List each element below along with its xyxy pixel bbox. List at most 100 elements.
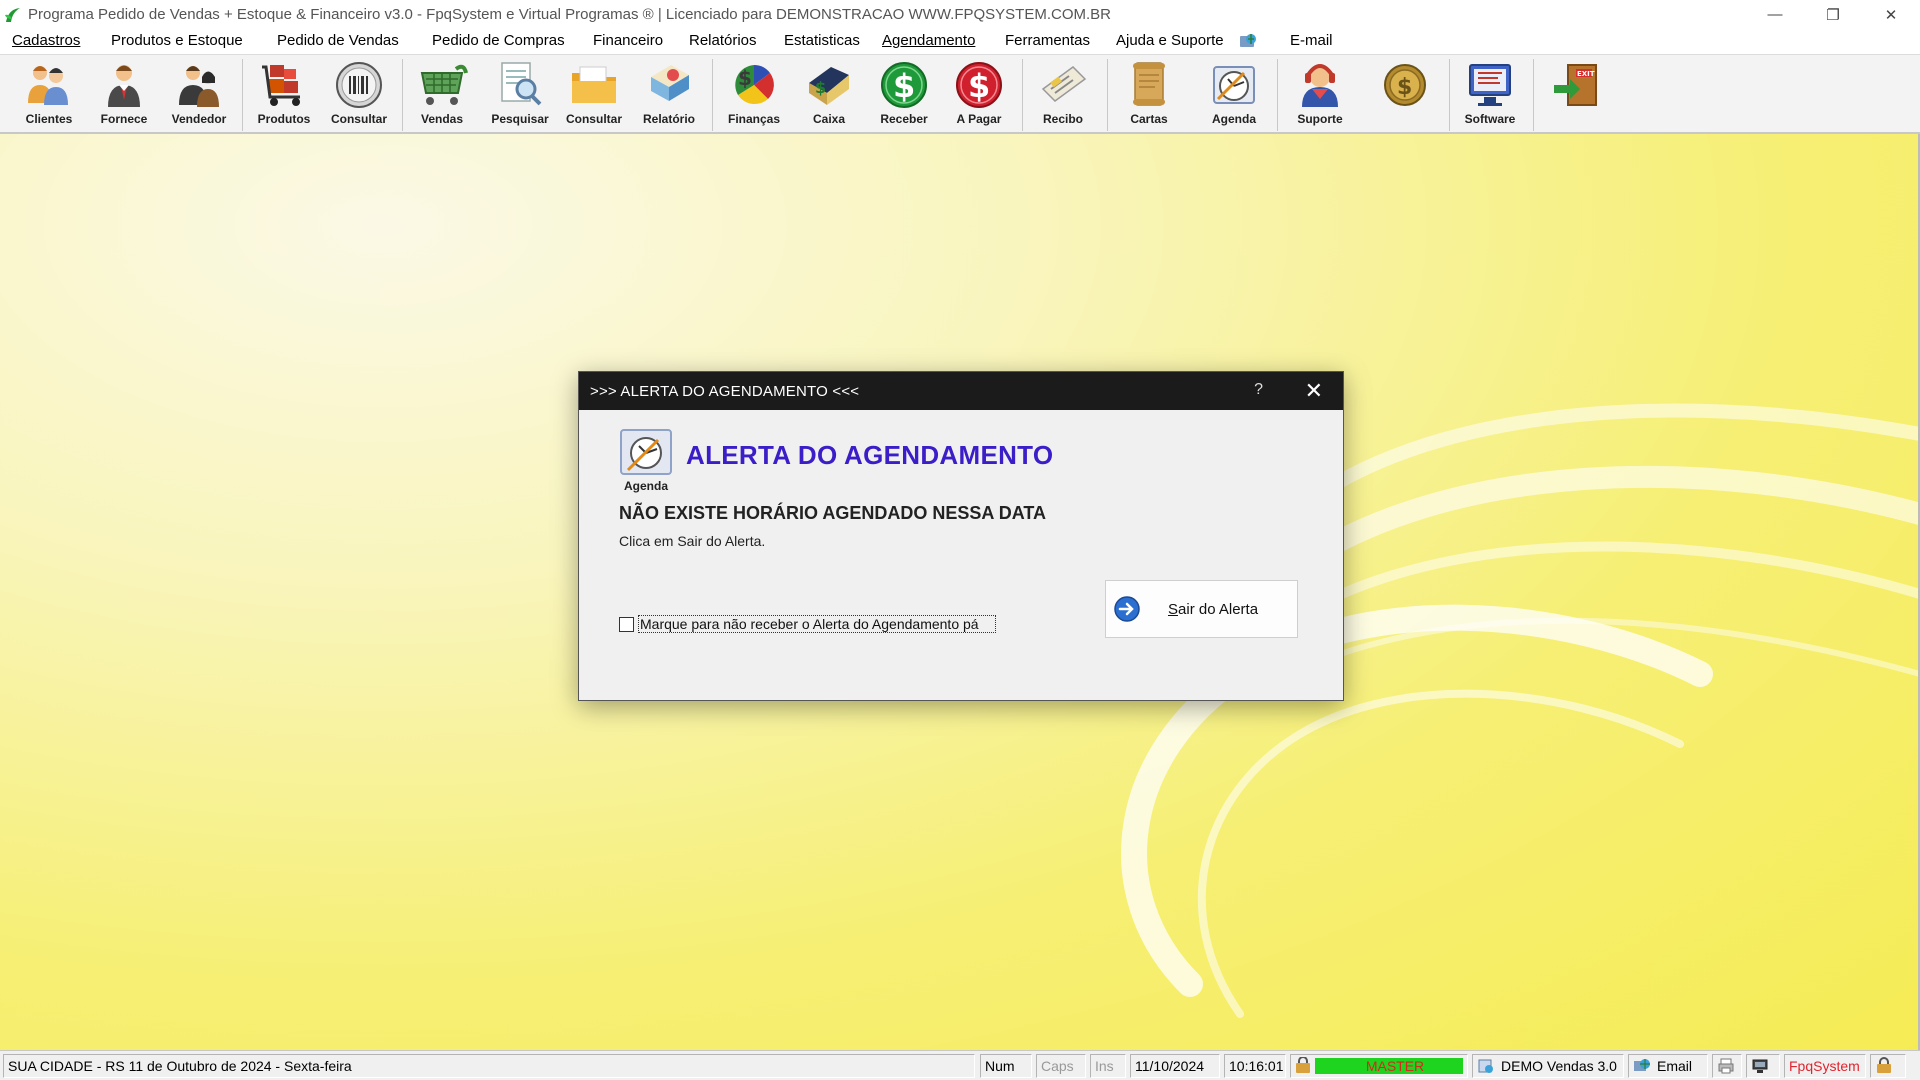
svg-text:$: $ [815,78,826,97]
toolbar-pesquisar-button[interactable]: Pesquisar [484,59,556,131]
dialog-sub-message: Clica em Sair do Alerta. [619,533,766,549]
toolbar-cartas-button[interactable]: Cartas [1113,59,1185,131]
dialog-close-button[interactable]: ✕ [1305,378,1323,404]
agenda-icon [620,429,672,475]
toolbar-software-label: Software [1464,112,1516,126]
checkbox-label[interactable]: Marque para não receber o Alerta do Agen… [638,615,996,633]
status-email-label: Email [1657,1058,1693,1074]
software-icon [1469,64,1511,106]
toolbar-separator [1277,59,1278,131]
menu-ajuda-suporte[interactable]: Ajuda e Suporte [1116,32,1224,49]
toolbar-suporte-button[interactable]: Suporte [1284,59,1356,131]
version-icon [1478,1059,1493,1073]
sair-do-alerta-label: Sair do Alerta [1168,600,1259,618]
status-email[interactable]: Email [1628,1054,1708,1078]
status-location-date: SUA CIDADE - RS 11 de Outubro de 2024 - … [3,1054,975,1078]
window-titlebar: Programa Pedido de Vendas + Estoque & Fi… [0,0,1920,29]
menu-pedido-compras[interactable]: Pedido de Compras [432,32,565,49]
toolbar-coin-button[interactable]: $ [1369,59,1441,131]
user-lock-icon [1296,1057,1310,1073]
status-date: 11/10/2024 [1130,1054,1220,1078]
toolbar-produtos-button[interactable]: Produtos [248,59,320,131]
toolbar-financas-label: Finanças [727,112,781,126]
menu-produtos-estoque[interactable]: Produtos e Estoque [111,32,243,49]
status-version: DEMO Vendas 3.0 [1472,1054,1624,1078]
toolbar-exit-button[interactable]: EXIT [1540,59,1612,131]
toolbar-fornece-button[interactable]: Fornece [88,59,160,131]
menu-ferramentas[interactable]: Ferramentas [1005,32,1090,49]
menu-agendamento[interactable]: Agendamento [882,32,975,49]
arrow-right-circle-icon [1114,596,1140,622]
barcode-icon [336,62,382,108]
supplier-icon [108,65,140,107]
dialog-agenda-icon-block: Agenda [618,428,674,493]
status-brand: FpqSystem [1784,1054,1866,1078]
restore-button[interactable]: ❐ [1804,0,1862,29]
toolbar-consultar-folder-button[interactable]: Consultar [558,59,630,131]
status-bar: SUA CIDADE - RS 11 de Outubro de 2024 - … [0,1050,1920,1080]
toolbar-clientes-button[interactable]: Clientes [13,59,85,131]
toolbar-produtos-label: Produtos [257,112,311,126]
menu-estatisticas[interactable]: Estatisticas [784,32,860,49]
folder-icon [572,66,616,103]
toolbar-financas-button[interactable]: $ Finanças [718,59,790,131]
toolbar-software-button[interactable]: Software [1454,59,1526,131]
svg-text:$: $ [1397,75,1412,100]
toolbar-vendedor-button[interactable]: Vendedor [163,59,235,131]
toolbar-separator [712,59,713,131]
toolbar-recibo-button[interactable]: Recibo [1027,59,1099,131]
menu-email[interactable]: E-mail [1290,32,1333,49]
cash-register-icon: $ [809,67,849,105]
menu-financeiro[interactable]: Financeiro [593,32,663,49]
toolbar-vendas-button[interactable]: Vendas [406,59,478,131]
cart-icon [420,64,468,105]
svg-text:$: $ [738,66,752,90]
sair-do-alerta-button[interactable]: Sair do Alerta [1105,580,1298,638]
dialog-titlebar: >>> ALERTA DO AGENDAMENTO <<< ? ✕ [579,372,1343,410]
report-icon [651,65,689,101]
status-user-label: MASTER [1365,1058,1425,1074]
menu-cadastros[interactable]: Cadastros [12,32,80,49]
products-icon [262,65,300,106]
toolbar-agenda-label: Agenda [1211,112,1256,126]
close-window-button[interactable]: ✕ [1862,0,1920,29]
dialog-help-button[interactable]: ? [1254,381,1263,399]
toolbar-relatorio-button[interactable]: Relatório [633,59,705,131]
toolbar-caixa-button[interactable]: $ Caixa [793,59,865,131]
exit-icon: EXIT [1554,64,1597,106]
letters-icon [1133,62,1165,106]
toolbar-relatorio-label: Relatório [642,112,695,126]
toolbar-caixa-label: Caixa [812,112,846,126]
support-icon [1302,64,1338,107]
status-ins: Ins [1090,1054,1126,1078]
status-monitor[interactable] [1746,1054,1780,1078]
status-printer[interactable] [1712,1054,1742,1078]
help-globe-icon[interactable] [1238,31,1258,51]
checkbox-box[interactable] [619,616,634,632]
dialog-title: >>> ALERTA DO AGENDAMENTO <<< [590,382,860,400]
toolbar-a-pagar-button[interactable]: $ A Pagar [943,59,1015,131]
app-logo-icon [5,7,20,22]
search-document-icon [501,62,542,106]
toolbar-receber-label: Receber [880,112,928,126]
dont-show-alert-checkbox[interactable]: Marque para não receber o Alerta do Agen… [619,615,996,633]
svg-text:$: $ [968,67,990,105]
receive-money-icon: $ [881,62,927,108]
toolbar-pesquisar-label: Pesquisar [491,112,549,126]
menu-pedido-vendas[interactable]: Pedido de Vendas [277,32,399,49]
toolbar-agenda-button[interactable]: Agenda [1198,59,1270,131]
toolbar-consultar-button[interactable]: Consultar [323,59,395,131]
toolbar-separator [1449,59,1450,131]
minimize-button[interactable]: — [1746,0,1804,29]
toolbar-a-pagar-label: A Pagar [956,112,1002,126]
toolbar-consultar-label: Consultar [330,112,387,126]
menu-relatorios[interactable]: Relatórios [689,32,757,49]
toolbar-vendedor-label: Vendedor [171,112,227,126]
status-num: Num [980,1054,1032,1078]
toolbar-vendas-label: Vendas [420,112,464,126]
status-lock[interactable] [1870,1054,1906,1078]
email-globe-icon [1634,1059,1650,1071]
agendamento-alert-dialog: >>> ALERTA DO AGENDAMENTO <<< ? ✕ Agenda… [578,371,1344,701]
toolbar-fornece-label: Fornece [100,112,148,126]
toolbar-receber-button[interactable]: $ Receber [868,59,940,131]
